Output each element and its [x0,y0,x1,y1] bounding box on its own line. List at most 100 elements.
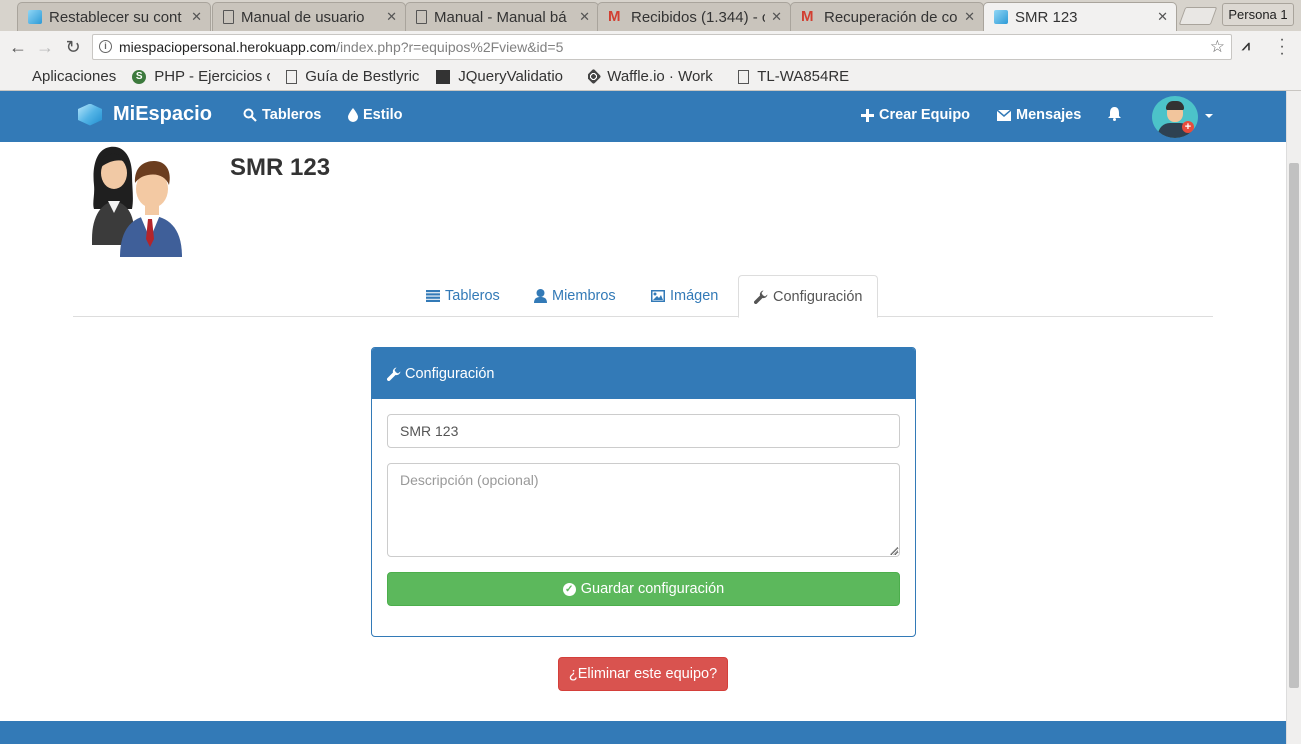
tab-members[interactable]: Miembros [519,275,631,317]
wrench-icon [754,290,768,304]
browser-tab-title: Recuperación de co [824,8,958,26]
save-settings-button[interactable]: ✓ Guardar configuración [387,572,900,606]
bookmark-label: Waffle.io · Work [607,68,713,85]
tab-boards[interactable]: Tableros [411,275,515,317]
user-avatar[interactable]: + [1152,96,1198,138]
document-icon [738,69,750,84]
nav-boards[interactable]: Tableros [243,107,321,123]
tab-image[interactable]: Imágen [636,275,733,317]
gmail-icon: M [801,8,814,25]
forward-arrow-icon[interactable]: → [35,37,55,57]
browser-tab-title: SMR 123 [1015,8,1078,26]
browser-tab-title: Manual - Manual bá [434,8,567,26]
user-icon [534,289,547,303]
plus-icon [861,108,874,122]
wrench-icon [387,367,401,381]
bookmark-label: Guía de Bestlyric [305,68,420,85]
document-icon [286,69,298,84]
apps-grid-icon [10,70,24,84]
gmail-icon: M [608,8,621,25]
browser-tab[interactable]: M Recibidos (1.344) - c ✕ [597,2,791,31]
document-icon [223,10,234,24]
close-icon[interactable]: ✕ [1157,9,1168,25]
browser-tab[interactable]: Manual de usuario ✕ [212,2,406,31]
info-icon[interactable]: i [99,40,112,53]
team-name: SMR 123 [230,154,331,181]
bookmark-php[interactable]: S PHP - Ejercicios c [132,68,270,85]
bookmark-router[interactable]: TL-WA854RE [738,68,849,85]
bookmark-star-icon[interactable]: ☆ [1210,35,1225,59]
brand-name: MiEspacio [113,103,212,125]
url-host: miespaciopersonal.herokuapp.com [119,39,337,55]
reload-icon[interactable]: ↻ [63,37,83,57]
nav-style-label: Estilo [363,107,403,123]
nav-messages[interactable]: Mensajes [997,107,1081,123]
profile-button[interactable]: Persona 1 [1222,3,1294,26]
new-tab-button[interactable] [1178,7,1218,25]
bookmark-bestlyric[interactable]: Guía de Bestlyric [286,68,420,85]
bell-icon [1108,107,1121,121]
bookmarks-bar: Aplicaciones S PHP - Ejercicios c Guía d… [0,63,1301,91]
browser-menu-icon[interactable]: · · · [1278,32,1286,62]
cube-icon [28,10,42,24]
address-bar[interactable]: i miespaciopersonal.herokuapp.com/index.… [92,34,1232,60]
extension-icon[interactable]: ⩘ [1242,37,1250,54]
browser-toolbar: ← → ↻ i miespaciopersonal.herokuapp.com/… [0,31,1301,63]
close-icon[interactable]: ✕ [771,9,782,25]
team-people-icon [92,146,182,257]
bookmark-waffle[interactable]: Waffle.io · Work [588,68,722,85]
browser-tab-title: Restablecer su cont [49,8,182,26]
chevron-down-icon[interactable] [1205,114,1213,118]
jquery-icon [436,69,451,84]
description-textarea[interactable] [387,463,900,557]
app-navbar: MiEspacio Tableros Estilo Crear Equipo M… [0,91,1286,142]
droplet-icon [348,108,358,122]
back-arrow-icon[interactable]: ← [8,37,28,57]
check-circle-icon: ✓ [562,582,576,596]
envelope-icon [997,109,1011,121]
delete-team-button[interactable]: ¿Eliminar este equipo? [558,657,728,691]
save-settings-label: Guardar configuración [580,581,725,597]
close-icon[interactable]: ✕ [579,9,590,25]
tab-image-label: Imágen [670,288,719,304]
bookmark-label: TL-WA854RE [757,68,850,85]
close-icon[interactable]: ✕ [386,9,397,25]
tab-settings[interactable]: Configuración [738,275,879,318]
browser-tab-title: Recibidos (1.344) - c [631,8,766,26]
team-tabs: Tableros Miembros Imágen Configuración [73,275,1213,318]
browser-tab[interactable]: M Recuperación de co ✕ [790,2,984,31]
browser-tab-title: Manual de usuario [241,8,365,26]
bookmark-label: JQueryValidatio [458,68,563,85]
picture-icon [651,290,665,302]
close-icon[interactable]: ✕ [191,9,202,25]
cube-logo-icon [78,103,102,126]
scrollbar-thumb[interactable] [1289,163,1299,688]
document-icon [416,10,427,24]
browser-tab[interactable]: Manual - Manual bá ✕ [405,2,599,31]
brand-link[interactable]: MiEspacio [78,103,212,126]
bookmark-jquery[interactable]: JQueryValidatio [436,68,572,85]
page-footer [0,721,1286,744]
settings-panel-title: Configuración [405,365,495,382]
nav-style[interactable]: Estilo [348,107,402,123]
bookmark-label: Aplicaciones [32,68,117,85]
browser-tab[interactable]: Restablecer su cont ✕ [17,2,211,31]
notifications-button[interactable] [1108,107,1121,121]
bookmark-label: PHP - Ejercicios c [154,68,271,85]
bookmark-apps[interactable]: Aplicaciones [10,68,116,85]
close-icon[interactable]: ✕ [964,9,975,25]
browser-tabstrip: Restablecer su cont ✕ Manual de usuario … [0,0,1301,31]
cube-icon [994,10,1008,24]
nav-create-team-label: Crear Equipo [879,107,971,123]
url-path: /index.php?r=equipos%2Fview&id=5 [336,39,564,55]
tab-settings-label: Configuración [773,288,863,305]
browser-tab-active[interactable]: SMR 123 ✕ [983,2,1177,31]
page-scrollbar[interactable] [1286,91,1301,744]
nav-boards-label: Tableros [262,107,322,123]
avatar-hair [1166,101,1184,110]
waffle-icon [588,68,602,85]
team-name-input[interactable] [387,414,900,448]
nav-messages-label: Mensajes [1016,107,1082,123]
nav-create-team[interactable]: Crear Equipo [861,107,970,123]
php-icon: S [132,69,147,84]
